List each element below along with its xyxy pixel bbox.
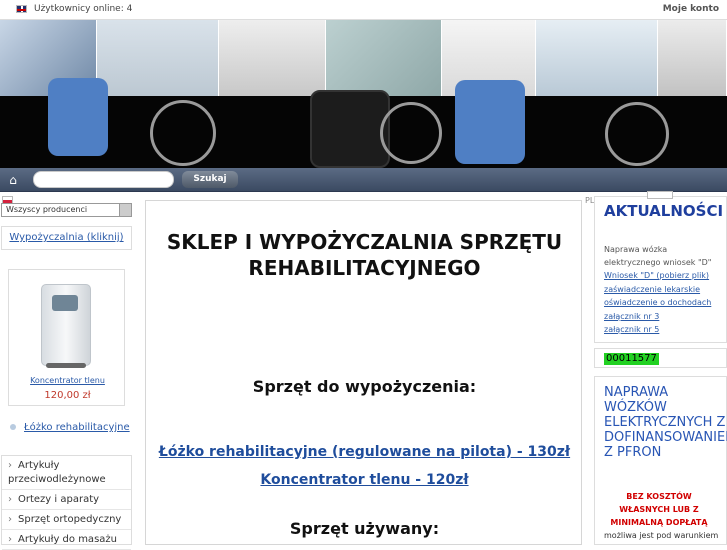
search-button[interactable]: Szukaj (182, 171, 238, 188)
search-input[interactable] (33, 171, 174, 188)
oxygen-concentrator-image[interactable] (41, 284, 91, 368)
producer-select[interactable]: Wszyscy producenci (1, 203, 132, 217)
banner-photo (536, 20, 658, 96)
wheelchair-wheel-icon (150, 100, 216, 166)
bed-link-row[interactable]: Łóżko rehabilitacyjne (10, 422, 130, 433)
rental-link[interactable]: Wypożyczalnia (kliknij) (9, 232, 123, 243)
visitor-counter: 00011577 (594, 348, 727, 368)
news-link[interactable]: załącznik nr 3 (604, 310, 659, 323)
used-heading: Sprzęt używany: (289, 519, 440, 538)
rent-heading: Sprzęt do wypożyczenia: (252, 377, 477, 396)
header-banner (0, 20, 727, 168)
news-item: Naprawa wózka elektrycznego wniosek "D" (604, 245, 712, 267)
news-link[interactable]: zaświadczenie lekarskie (604, 283, 700, 296)
online-users-text: Użytkownicy online: 4 (34, 4, 133, 14)
wheelchair-wheel-icon (380, 102, 442, 164)
my-account-link[interactable]: Moje konto (663, 4, 719, 14)
news-icon (647, 191, 673, 199)
banner-photo (658, 20, 727, 96)
category-list: Artykuły przeciwodleżynowe Ortezy i apar… (1, 455, 132, 550)
english-flag-icon[interactable] (16, 5, 27, 13)
page-title: SKLEP I WYPOŻYCZALNIA SPRZĘTU REHABILITA… (166, 230, 563, 280)
banner-photo (219, 20, 326, 96)
banner-photo (97, 20, 219, 96)
category-item[interactable]: Ortezy i aparaty (2, 490, 131, 510)
product-price: 120,00 zł (44, 390, 91, 401)
wheelchair-wheel-icon (605, 102, 669, 166)
product-name-link[interactable]: Koncentrator tlenu (9, 376, 126, 385)
producer-select-value: Wszyscy producenci (6, 205, 88, 214)
news-title: AKTUALNOŚCI (604, 202, 724, 220)
category-item[interactable]: Artykuły przeciwodleżynowe (2, 456, 131, 490)
chevron-down-icon[interactable] (119, 204, 131, 216)
counter-value: 00011577 (604, 353, 659, 365)
wheelchair-seat-icon (310, 90, 390, 168)
news-link[interactable]: oświadczenie o dochodach (604, 296, 711, 309)
category-item[interactable]: Sprzęt ortopedyczny (2, 510, 131, 530)
main-content: SKLEP I WYPOŻYCZALNIA SPRZĘTU REHABILITA… (145, 200, 582, 545)
home-icon[interactable]: ⌂ (4, 171, 22, 189)
ad-highlight: BEZ KOSZTÓW WŁASNYCH LUB Z MINIMALNĄ DOP… (610, 492, 708, 527)
banner-wheelchair-strip (0, 78, 727, 168)
left-sidebar: Wszyscy producenci Wypożyczalnia (klikni… (0, 200, 133, 550)
bed-link[interactable]: Łóżko rehabilitacyjne (24, 422, 130, 433)
news-link[interactable]: załącznik nr 5 (604, 323, 659, 336)
news-link[interactable]: Wniosek "D" (pobierz plik) (604, 269, 709, 282)
bullet-icon (10, 424, 16, 430)
ad-text: możliwa jest pod warunkiem (604, 531, 719, 540)
wheelchair-seat-icon (455, 80, 525, 164)
ad-title: NAPRAWA WÓZKÓW ELEKTRYCZNYCH Z DOFINANSO… (604, 385, 727, 460)
right-sidebar: AKTUALNOŚCI Naprawa wózka elektrycznego … (594, 191, 727, 545)
banner-photo-strip (0, 20, 727, 96)
rent-item-link[interactable]: Łóżko rehabilitacyjne (regulowane na pil… (146, 444, 583, 460)
pfron-ad-box[interactable]: NAPRAWA WÓZKÓW ELEKTRYCZNYCH Z DOFINANSO… (594, 376, 727, 545)
rental-box: Wypożyczalnia (kliknij) (1, 226, 132, 250)
navigation-bar: ⌂ Szukaj (0, 168, 727, 192)
rent-item-link[interactable]: Koncentrator tlenu - 120zł (146, 472, 583, 488)
featured-product[interactable]: Koncentrator tlenu 120,00 zł (8, 269, 125, 406)
category-item[interactable]: Artykuły do masażu (2, 530, 131, 550)
banner-photo (326, 20, 442, 96)
news-box: AKTUALNOŚCI Naprawa wózka elektrycznego … (594, 191, 727, 343)
wheelchair-seat-icon (48, 78, 108, 156)
top-bar: Użytkownicy online: 4 Moje konto (0, 0, 727, 204)
language-marker: PL (585, 196, 595, 205)
